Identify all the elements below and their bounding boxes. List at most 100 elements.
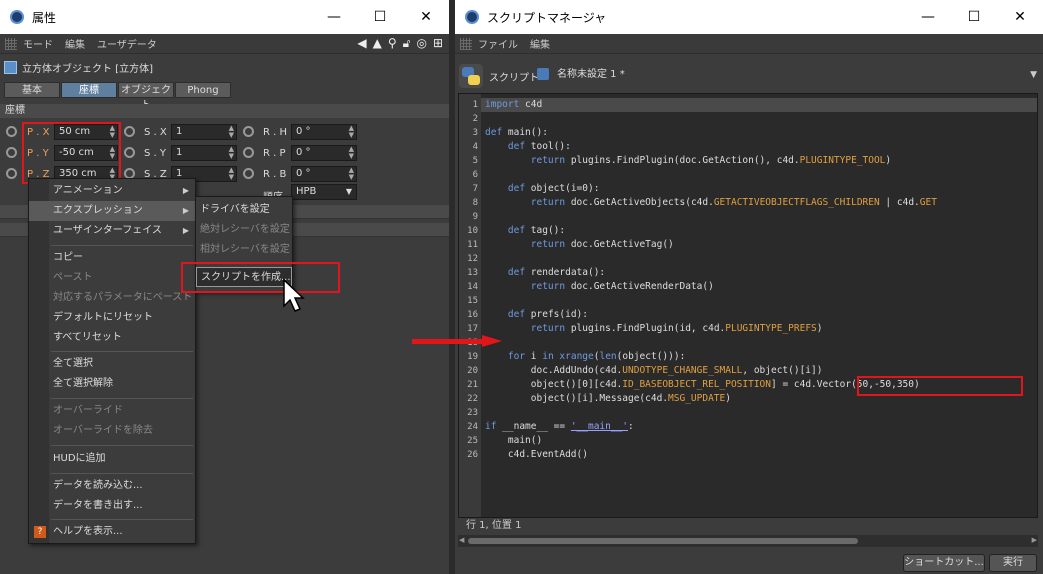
menu-label: エクスプレッション [53,205,143,216]
menu-file[interactable]: ファイル [478,36,518,51]
menu-separator [51,519,193,520]
menu-item-reset-all[interactable]: すべてリセット [29,328,195,348]
menu-label: ユーザインターフェイス [53,225,162,236]
menu-item-help[interactable]: ヘルプを表示... [29,522,195,542]
code-area[interactable]: import c4d def main(): def tool(): return… [485,94,1037,517]
code-line: return doc.GetActiveTag() [530,239,674,250]
sy-radio[interactable] [124,147,135,158]
back-arrow-icon[interactable]: ◀ [357,36,366,51]
maximize-button[interactable]: ☐ [951,0,997,34]
menu-item-load-data[interactable]: データを読み込む... [29,476,195,496]
cinema4d-logo-icon [10,10,24,24]
code-line: def tag(): [507,225,566,236]
menu-item-add-hud[interactable]: HUDに追加 [29,449,195,469]
spinner-icon[interactable]: ▲ ▼ [229,125,234,139]
rh-value: 0 ° [296,126,311,137]
line-number: 25 [467,436,478,446]
menu-edit[interactable]: 編集 [65,36,85,51]
horizontal-scrollbar[interactable]: ◀ ▶ [458,535,1038,547]
rb-field[interactable]: 0 ° ▲ ▼ [291,166,357,182]
script-selector[interactable]: 名称未設定 1 * ▼ [537,67,1037,83]
line-number: 21 [467,380,478,390]
code-line: def object(i=0): [507,183,600,194]
menu-item-expression[interactable]: エクスプレッション ▶ [29,201,195,221]
minimize-button[interactable]: — [905,0,951,34]
tab-phong[interactable]: Phong [175,82,231,98]
sx-field[interactable]: 1 ▲ ▼ [171,124,237,140]
code-line: object()[0][c4d.ID_BASEOBJECT_REL_POSITI… [485,379,920,390]
lock-icon[interactable]: 🔓︎ [403,36,411,51]
spinner-icon[interactable]: ▲ ▼ [349,167,354,181]
tab-coord[interactable]: 座標 [61,82,117,98]
menu-item-remove-override: オーバーライドを除去 [53,425,153,436]
code-editor[interactable]: 1234567891011121314151617181920212223242… [458,93,1038,518]
menu-item-reset-default[interactable]: デフォルトにリセット [29,308,195,328]
maximize-button[interactable]: ☐ [357,0,403,34]
code-line: doc.AddUndo(c4d.UNDOTYPE_CHANGE_SMALL, o… [485,365,823,376]
minimize-button[interactable]: — [311,0,357,34]
menu-mode[interactable]: モード [23,36,53,51]
menu-item-save-data[interactable]: データを書き出す... [29,496,195,516]
spinner-icon[interactable]: ▲ ▼ [349,146,354,160]
line-number: 10 [467,226,478,236]
order-dropdown[interactable]: HPB ▼ [291,184,357,200]
rh-radio[interactable] [243,126,254,137]
rp-field[interactable]: 0 ° ▲ ▼ [291,145,357,161]
new-window-icon[interactable]: ⊞ [433,36,443,51]
px-radio[interactable] [6,126,17,137]
order-value: HPB [296,186,317,197]
rh-field[interactable]: 0 ° ▲ ▼ [291,124,357,140]
menu-userdata[interactable]: ユーザデータ [97,36,157,51]
menu-item-select-all[interactable]: 全て選択 [29,354,195,374]
red-arrow-icon [412,335,502,347]
tab-basic[interactable]: 基本 [4,82,60,98]
script-manager-window: スクリプトマネージャ — ☐ ✕ ファイル 編集 スクリプト 名称未設定 1 *… [455,0,1043,574]
line-number: 6 [472,170,478,180]
py-radio[interactable] [6,147,17,158]
rh-label: R . H [263,127,288,138]
menu-item-paste-matching: 対応するパラメータにペースト [53,292,193,303]
forward-arrow-icon[interactable]: ▲ [373,36,382,51]
rb-radio[interactable] [243,168,254,179]
menu-bar: ファイル 編集 [455,34,1043,54]
sx-radio[interactable] [124,126,135,137]
menu-item-animation[interactable]: アニメーション ▶ [29,181,195,201]
submenu-item-set-driver[interactable]: ドライバを設定 [196,200,292,220]
sx-label: S . X [144,127,167,138]
scroll-left-icon[interactable]: ◀ [459,536,464,544]
shortcut-button[interactable]: ショートカット... [903,554,985,572]
line-number: 17 [467,324,478,334]
scroll-thumb[interactable] [468,538,858,544]
line-number: 2 [472,114,478,124]
pz-radio[interactable] [6,168,17,179]
target-icon[interactable]: ◎ [416,36,426,51]
sy-label: S . Y [144,148,166,159]
spinner-icon[interactable]: ▲ ▼ [349,125,354,139]
attributes-window: 属性 — ☐ ✕ モード 編集 ユーザデータ ◀ ▲ ⚲ 🔓︎ ◎ ⊞ 立方体オ… [0,0,449,574]
menu-edit[interactable]: 編集 [530,36,550,51]
menu-item-user-interface[interactable]: ユーザインターフェイス ▶ [29,221,195,241]
spinner-icon[interactable]: ▲ ▼ [229,167,234,181]
run-button[interactable]: 実行 [989,554,1037,572]
submenu-item-relative-receiver: 相対レシーバを設定 [200,244,290,255]
spinner-icon[interactable]: ▲ ▼ [229,146,234,160]
line-number: 12 [467,254,478,264]
scroll-right-icon[interactable]: ▶ [1032,536,1037,544]
code-line: main() [485,435,543,446]
line-number: 14 [467,282,478,292]
close-button[interactable]: ✕ [997,0,1043,34]
line-number: 13 [467,268,478,278]
rp-radio[interactable] [243,147,254,158]
menu-separator [51,245,193,246]
submenu-item-absolute-receiver: 絶対レシーバを設定 [200,224,290,235]
close-button[interactable]: ✕ [403,0,449,34]
tab-object[interactable]: オブジェクト [118,82,174,111]
menu-item-deselect-all[interactable]: 全て選択解除 [29,374,195,394]
menu-item-override: オーバーライド [53,405,123,416]
highlight-box [857,376,1023,396]
sy-field[interactable]: 1 ▲ ▼ [171,145,237,161]
search-icon[interactable]: ⚲ [388,36,397,51]
line-number: 20 [467,366,478,376]
menu-separator [51,351,193,352]
menu-item-copy[interactable]: コピー [29,248,195,268]
